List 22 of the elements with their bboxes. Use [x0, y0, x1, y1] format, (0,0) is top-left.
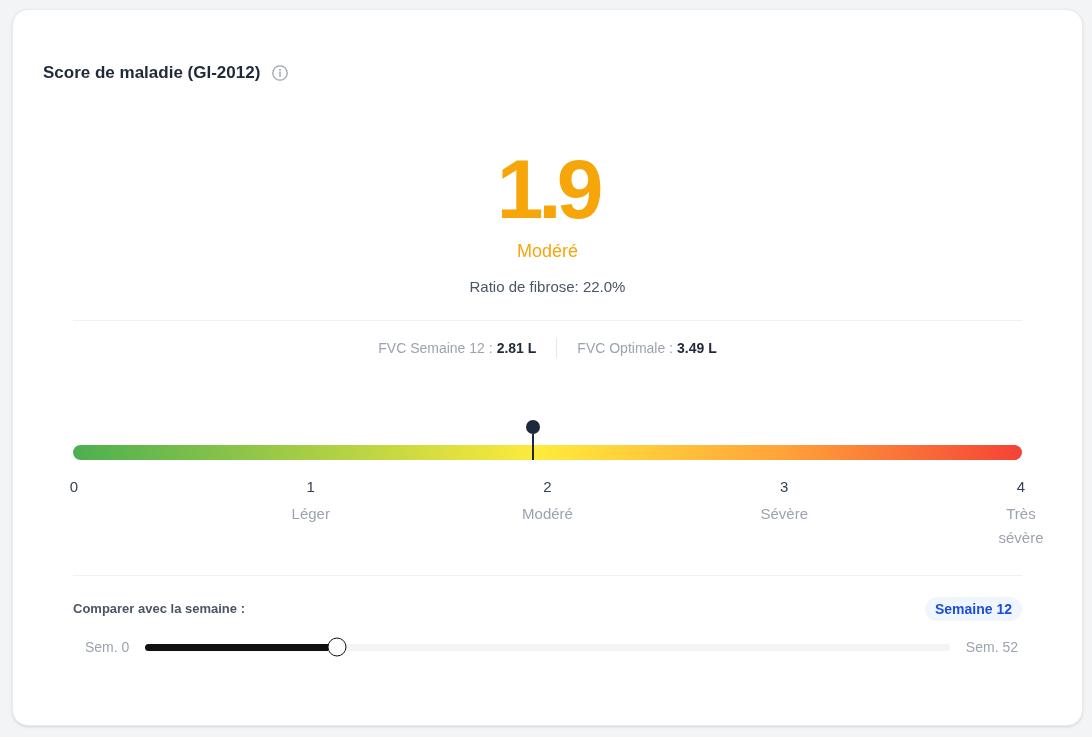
scale-label: Très sévère — [997, 504, 1045, 548]
severity-label: Modéré — [517, 240, 578, 263]
card-title: Score de maladie (GI-2012) — [43, 62, 261, 84]
fvc-value: 2.81 L — [496, 339, 537, 358]
slider-thumb[interactable] — [327, 637, 347, 657]
compare-label: Comparer avec la semaine : — [73, 600, 245, 619]
slider-min-label: Sem. 0 — [85, 637, 130, 657]
score-value: 1.9 — [496, 147, 599, 231]
scale-number: 0 — [69, 477, 79, 497]
scale-label: Sévère — [759, 504, 809, 524]
fibrosis-ratio: Ratio de fibrose: 22.0% — [469, 277, 626, 297]
week-badge: Semaine 12 — [924, 597, 1022, 621]
scale-label: Léger — [290, 504, 331, 524]
fvc-label: FVC Optimale : — [577, 339, 674, 358]
scale-number: 1 — [306, 477, 315, 497]
scale-number: 4 — [1016, 477, 1026, 497]
fvc-value: 3.49 L — [677, 339, 717, 358]
fvc-label: FVC Semaine 12 : — [378, 339, 493, 358]
scale-label: Modéré — [521, 504, 574, 524]
slider-max-label: Sem. 52 — [965, 637, 1018, 657]
scale-number: 3 — [780, 477, 789, 497]
scale-number: 2 — [543, 477, 552, 497]
